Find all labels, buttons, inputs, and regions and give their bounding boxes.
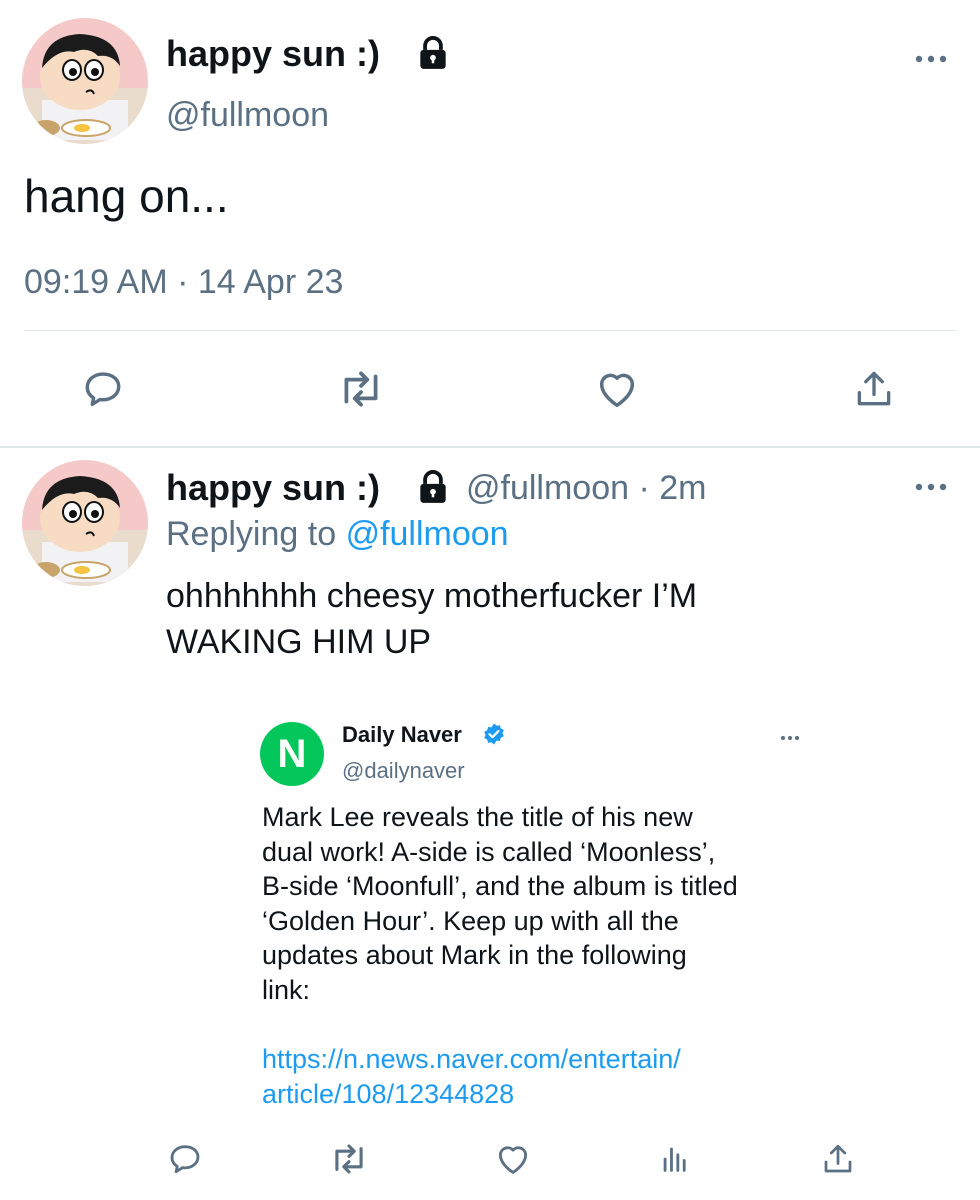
quoted-text-line: dual work! A-side is called ‘Moonless’,: [262, 836, 716, 867]
like-icon[interactable]: [594, 366, 640, 412]
display-name[interactable]: happy sun :): [166, 34, 380, 74]
naver-logo[interactable]: N: [260, 722, 324, 786]
quoted-text-line: B-side ‘Moonfull’, and the album is titl…: [262, 871, 738, 901]
quoted-text-line: link:: [262, 974, 311, 1005]
quoted-text: Mark Lee reveals the title of his new du…: [262, 800, 738, 1007]
quoted-display-name[interactable]: Daily Naver: [342, 722, 462, 748]
avatar[interactable]: [22, 18, 148, 144]
more-icon[interactable]: [780, 734, 800, 742]
display-name[interactable]: happy sun :): [166, 468, 380, 508]
share-icon[interactable]: [852, 366, 896, 412]
like-icon[interactable]: [494, 1140, 532, 1178]
lock-icon: [414, 34, 452, 72]
retweet-icon[interactable]: [336, 366, 386, 412]
article-link-line[interactable]: https://n.news.naver.com/entertain/: [262, 1042, 681, 1077]
article-link[interactable]: https://n.news.naver.com/entertain/ arti…: [262, 1042, 681, 1111]
handle-and-time[interactable]: @fullmoon · 2m: [466, 468, 706, 508]
divider: [0, 446, 980, 448]
lock-icon: [414, 468, 452, 506]
naver-logo-letter: N: [277, 732, 307, 776]
quoted-text-line: Mark Lee reveals the title of his new: [262, 802, 693, 832]
replying-to: Replying to @fullmoon: [166, 514, 509, 554]
divider: [24, 330, 956, 331]
quoted-text-line: ‘Golden Hour’. Keep up with all the: [262, 905, 679, 936]
reply-icon[interactable]: [80, 366, 126, 412]
article-link-line[interactable]: article/108/12344828: [262, 1077, 681, 1112]
retweet-icon[interactable]: [328, 1140, 370, 1178]
handle[interactable]: @fullmoon: [166, 96, 329, 134]
share-icon[interactable]: [820, 1140, 856, 1178]
quoted-handle[interactable]: @dailynaver: [342, 758, 465, 784]
tweet-text: hang on...: [24, 170, 229, 222]
tweet-timestamp[interactable]: 09:19 AM · 14 Apr 23: [24, 262, 343, 302]
analytics-icon[interactable]: [658, 1142, 692, 1176]
avatar[interactable]: [22, 460, 148, 586]
verified-badge-icon: [482, 722, 506, 746]
replying-to-label: Replying to: [166, 515, 337, 553]
replying-to-handle-link[interactable]: @fullmoon: [346, 515, 509, 553]
more-icon[interactable]: [914, 480, 948, 494]
quoted-text-line: updates about Mark in the following: [262, 940, 687, 970]
reply-text-line: WAKING HIM UP: [166, 623, 432, 661]
reply-icon[interactable]: [166, 1140, 204, 1178]
more-icon[interactable]: [914, 52, 948, 66]
reply-text-line: ohhhhhhh cheesy motherfucker I’M: [166, 577, 698, 615]
